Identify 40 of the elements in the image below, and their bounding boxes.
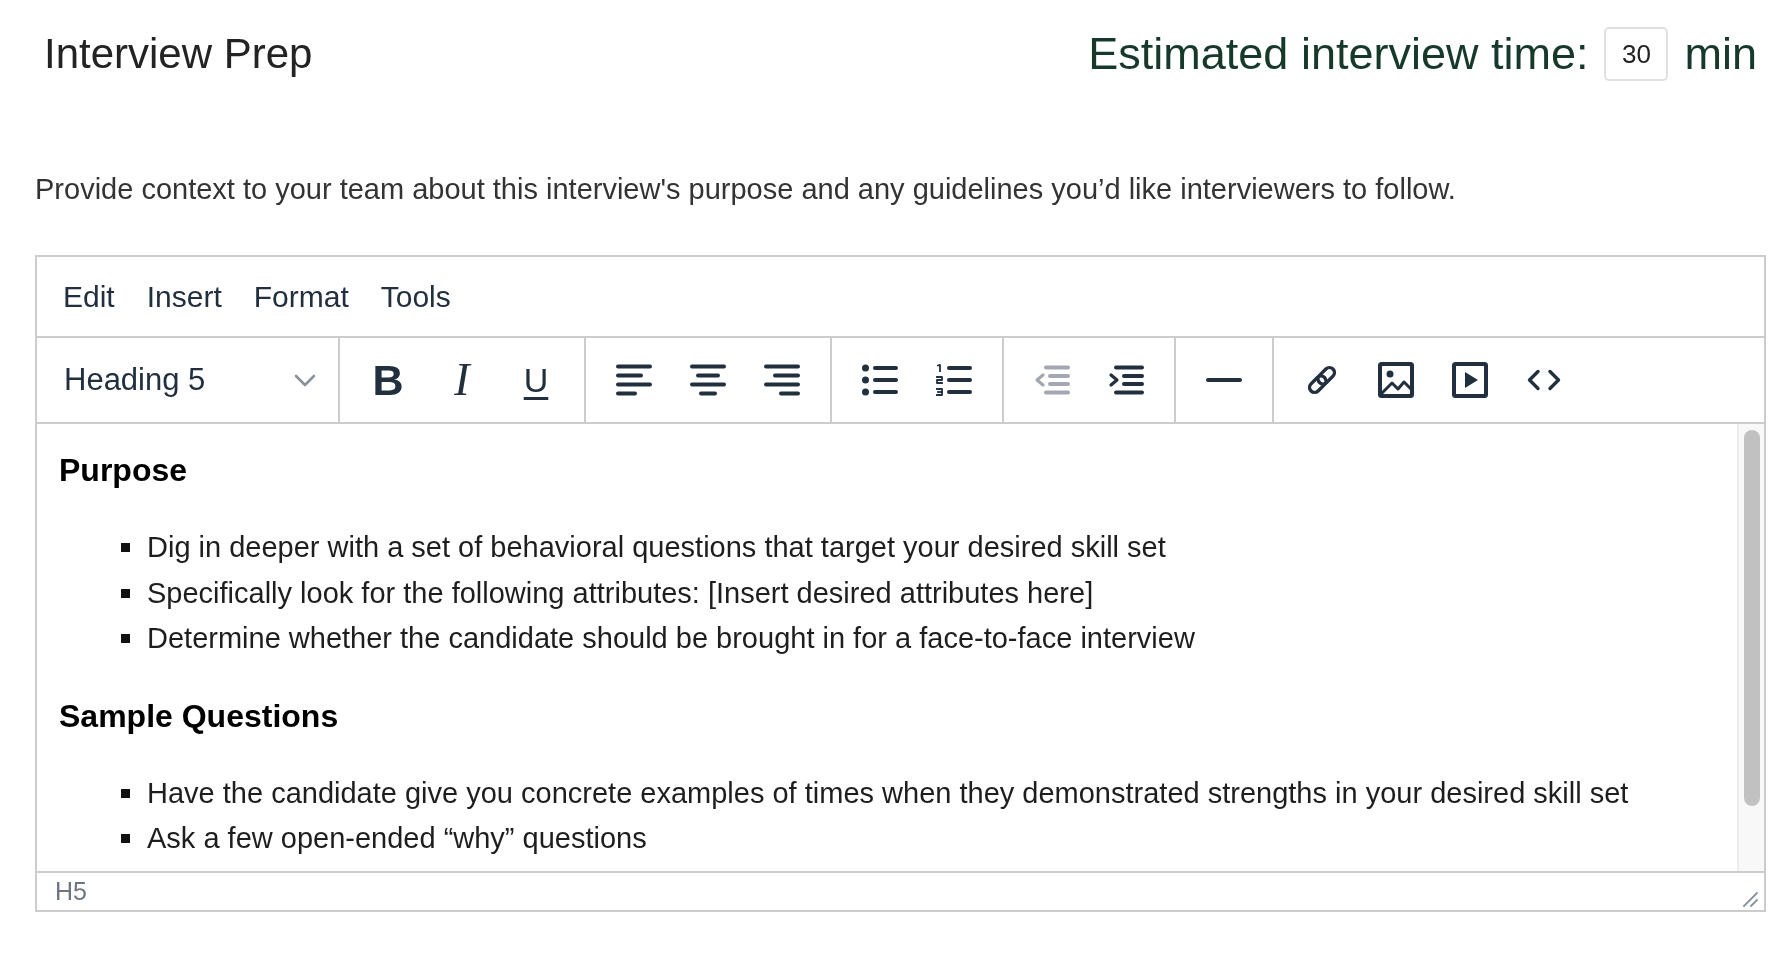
menu-item[interactable]: Insert [132,271,236,322]
scrollbar-thumb[interactable] [1744,430,1760,806]
underline-button[interactable]: U [503,349,569,411]
page-title: Interview Prep [44,29,313,79]
image-icon [1378,362,1414,398]
numbered-list-icon [936,364,972,396]
code-icon [1527,369,1561,391]
bullet-icon [121,634,130,644]
list-item: Have the candidate give you concrete examples of times when they demonstrated strengths in your desired skill set [147,776,1629,810]
bullet-icon [121,543,130,553]
align-left-icon [616,364,652,396]
align-center-icon [690,364,726,396]
outdent-icon [1034,365,1070,395]
menu-item[interactable]: Format [239,271,363,322]
italic-button[interactable]: I [429,349,495,411]
indent-icon [1108,365,1144,395]
list-item: Determine whether the candidate should be brought in for a face-to-face interview [147,622,1195,656]
heading: Purpose [59,452,188,488]
list-item: Dig in deeper with a set of behavioral questions that target your desired skill set [147,531,1166,565]
time-label: Estimated interview time: [1088,27,1589,81]
bullet-icon [121,834,130,844]
menu-item[interactable]: Edit [49,271,129,322]
bold-button[interactable]: B [355,349,421,411]
bullet-icon [121,788,130,798]
menu-item[interactable]: Tools [366,271,465,322]
list-item: Ask a few open-ended “why” questions [147,822,647,856]
align-right-icon [764,364,800,396]
heading: Sample Questions [59,697,339,734]
play-icon [1452,362,1488,398]
description: Provide context to your team about this interview's purpose and any guidelines you’d like interviewers to follow. [35,172,1456,206]
bullet-icon [121,588,130,598]
time-input[interactable]: 30 [1604,27,1669,81]
chevron-down-icon [294,373,316,387]
horizontal-line-icon [1206,378,1242,382]
block-format-dropdown[interactable]: Heading 5 [52,349,324,411]
resize-handle-icon[interactable] [1742,891,1758,907]
time-unit: min [1684,27,1757,81]
list-item: Specifically look for the following attributes: [Insert desired attributes here] [147,576,1094,610]
bullet-list-icon [862,364,898,396]
element-path[interactable]: H5 [55,877,87,906]
